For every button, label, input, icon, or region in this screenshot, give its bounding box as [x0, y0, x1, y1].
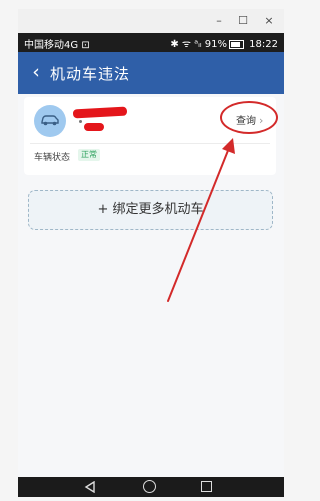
close-button[interactable]: ×: [260, 12, 278, 30]
back-button[interactable]: ‹: [26, 61, 46, 83]
app-header: ‹ 机动车违法: [18, 52, 284, 94]
vehicle-card[interactable]: 查询 › 车辆状态 正常: [24, 97, 278, 175]
minimize-button[interactable]: –: [210, 12, 228, 30]
annotation-circle: [220, 101, 278, 134]
redaction-mark: [79, 120, 82, 123]
android-nav-bar: [18, 477, 284, 497]
status-badge: 正常: [78, 149, 100, 161]
main-content: 查询 › 车辆状态 正常 + 绑定更多机动车: [18, 94, 284, 477]
car-icon: [41, 115, 59, 126]
nav-home-icon[interactable]: [143, 480, 156, 493]
screenshot-icon: ⊡: [81, 40, 90, 51]
redacted-plate-number: [72, 106, 128, 119]
signal-icons: ✱ ᯤ ᵃᵢₗ: [170, 39, 202, 50]
vehicle-avatar: [34, 105, 66, 137]
vehicle-status-label: 车辆状态: [34, 153, 71, 163]
battery-icon: [228, 39, 244, 49]
page-title: 机动车违法: [50, 65, 131, 83]
phone-status-bar: 中国移动4G ⊡ ✱ ᯤ ᵃᵢₗ 91% 18:22: [18, 33, 284, 52]
carrier-label: 中国移动4G: [24, 40, 79, 51]
card-divider: [30, 143, 270, 144]
redacted-vehicle-info: [84, 123, 104, 131]
window-title-bar: – ☐ ×: [18, 9, 284, 33]
battery-percent: 91%: [204, 39, 227, 50]
nav-recent-icon[interactable]: [201, 481, 212, 492]
clock-time: 18:22: [249, 39, 278, 50]
maximize-button[interactable]: ☐: [234, 12, 252, 30]
app-window: – ☐ × 中国移动4G ⊡ ✱ ᯤ ᵃᵢₗ 91% 18:22 ‹ 机动车违法: [18, 9, 284, 497]
bind-more-vehicle-button[interactable]: + 绑定更多机动车: [28, 190, 273, 230]
nav-back-icon[interactable]: [84, 481, 96, 493]
